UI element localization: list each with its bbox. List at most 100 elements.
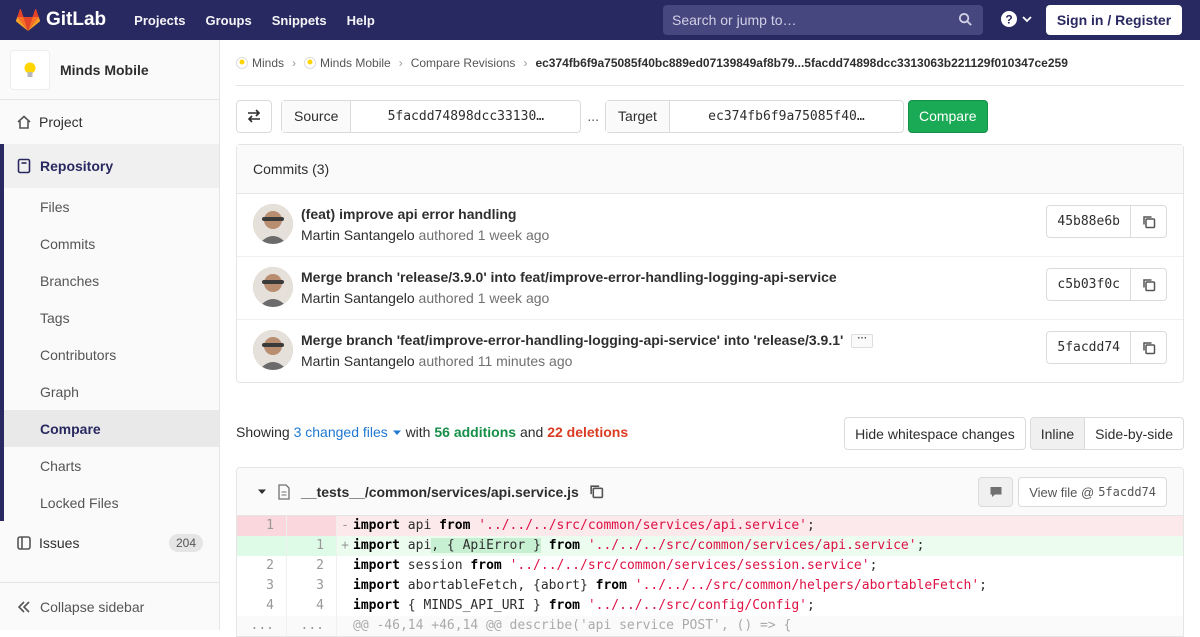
copy-sha-button[interactable] bbox=[1131, 269, 1166, 300]
nav-groups[interactable]: Groups bbox=[205, 13, 251, 28]
sidebar-item-graph[interactable]: Graph bbox=[4, 373, 219, 410]
collapse-sidebar-label: Collapse sidebar bbox=[40, 598, 145, 615]
copy-sha-button[interactable] bbox=[1131, 206, 1166, 237]
breadcrumb-compare-revisions[interactable]: Compare Revisions bbox=[411, 56, 516, 70]
breadcrumb-separator: › bbox=[398, 55, 403, 70]
swap-revisions-button[interactable] bbox=[236, 99, 272, 133]
sign-in-button[interactable]: Sign in / Register bbox=[1046, 5, 1182, 35]
view-file-button[interactable]: View file @5facdd74 bbox=[1018, 477, 1167, 507]
diff-view-options: Hide whitespace changes Inline Side-by-s… bbox=[844, 417, 1184, 450]
help-dropdown[interactable]: ? bbox=[1000, 10, 1033, 28]
svg-text:?: ? bbox=[1005, 13, 1012, 27]
diff-code: import api from '../../../src/common/ser… bbox=[353, 518, 815, 533]
diff-code: @@ -46,14 +46,14 @@ describe('api servic… bbox=[353, 618, 792, 633]
sidebar-item-branches[interactable]: Branches bbox=[4, 262, 219, 299]
inline-view-button[interactable]: Inline bbox=[1029, 417, 1086, 450]
sidebar-item-tags[interactable]: Tags bbox=[4, 299, 219, 336]
target-label: Target bbox=[606, 100, 670, 132]
collapse-caret-icon[interactable] bbox=[257, 488, 267, 496]
nav-projects[interactable]: Projects bbox=[134, 13, 185, 28]
commit-sha-link[interactable]: 45b88e6b bbox=[1047, 206, 1131, 237]
diff-line-hunk-header: ...... @@ -46,14 +46,14 @@ describe('api … bbox=[237, 616, 1183, 636]
commit-time: 1 week ago bbox=[477, 290, 550, 306]
diff-sign bbox=[337, 556, 353, 576]
sidebar-item-issues[interactable]: Issues 204 bbox=[0, 521, 219, 565]
breadcrumb-separator: › bbox=[523, 55, 528, 70]
copy-icon bbox=[1142, 341, 1155, 354]
summary-showing: Showing bbox=[236, 424, 290, 440]
diff-sign: + bbox=[341, 538, 349, 553]
diff-sign bbox=[337, 576, 353, 596]
nav-snippets[interactable]: Snippets bbox=[272, 13, 327, 28]
nav-help[interactable]: Help bbox=[347, 13, 375, 28]
source-ref-group: Source 5facdd74898dcc33130… bbox=[281, 99, 582, 133]
search-input[interactable]: Search or jump to… bbox=[663, 5, 983, 35]
commit-title[interactable]: Merge branch 'release/3.9.0' into feat/i… bbox=[301, 269, 837, 285]
copy-icon bbox=[1142, 215, 1155, 228]
commit-row: (feat) improve api error handling Martin… bbox=[237, 194, 1183, 257]
new-line-number[interactable]: 2 bbox=[287, 556, 337, 576]
diff-sign bbox=[337, 596, 353, 616]
collapse-sidebar-button[interactable]: Collapse sidebar bbox=[0, 582, 219, 630]
sidebar-item-compare[interactable]: Compare bbox=[4, 410, 219, 447]
compare-button[interactable]: Compare bbox=[907, 99, 988, 133]
source-ref-dropdown[interactable]: 5facdd74898dcc33130… bbox=[351, 101, 580, 132]
copy-path-icon[interactable] bbox=[589, 484, 604, 499]
source-label: Source bbox=[282, 100, 352, 132]
sidebar-item-locked-files[interactable]: Locked Files bbox=[4, 484, 219, 521]
commit-author[interactable]: Martin Santangelo bbox=[301, 227, 415, 243]
sidebar-item-files[interactable]: Files bbox=[4, 188, 219, 225]
additions-count: 56 additions bbox=[434, 424, 517, 440]
diff-file: __tests__/common/services/api.service.js… bbox=[236, 467, 1184, 637]
breadcrumb: Minds › Minds Mobile › Compare Revisions… bbox=[236, 40, 1184, 86]
old-line-number[interactable]: 3 bbox=[237, 576, 287, 596]
commit-title[interactable]: (feat) improve api error handling bbox=[301, 206, 516, 222]
expand-lines-button[interactable]: ... bbox=[237, 616, 287, 636]
breadcrumb-minds[interactable]: Minds bbox=[252, 56, 284, 70]
breadcrumb-minds-mobile[interactable]: Minds Mobile bbox=[320, 56, 391, 70]
commits-header: Commits (3) bbox=[237, 145, 1183, 194]
new-line-number[interactable]: 3 bbox=[287, 576, 337, 596]
diff-file-path[interactable]: __tests__/common/services/api.service.js bbox=[301, 484, 579, 500]
group-avatar-icon bbox=[236, 56, 248, 69]
target-ref-dropdown[interactable]: ec374fb6f9a75085f40… bbox=[670, 101, 903, 132]
sidebar-item-project[interactable]: Project bbox=[0, 100, 219, 144]
sidebar-item-repository[interactable]: Repository bbox=[4, 144, 219, 188]
sidebar-item-charts[interactable]: Charts bbox=[4, 447, 219, 484]
main-content: Minds › Minds Mobile › Compare Revisions… bbox=[236, 40, 1184, 637]
old-line-number[interactable]: 4 bbox=[237, 596, 287, 616]
sidebar-item-contributors[interactable]: Contributors bbox=[4, 336, 219, 373]
expand-lines-button[interactable]: ... bbox=[287, 616, 337, 636]
gitlab-logo[interactable]: GitLab bbox=[16, 9, 106, 31]
old-line-number[interactable]: 2 bbox=[237, 556, 287, 576]
old-line-number[interactable]: 1 bbox=[237, 516, 287, 536]
side-by-side-view-button[interactable]: Side-by-side bbox=[1085, 417, 1184, 450]
commit-meta: Martin Santangelo authored 1 week ago bbox=[301, 290, 549, 306]
hide-whitespace-button[interactable]: Hide whitespace changes bbox=[844, 417, 1026, 450]
sidebar-item-label: Project bbox=[39, 114, 83, 130]
view-file-label: View file @ bbox=[1029, 484, 1095, 500]
chevron-down-icon bbox=[1022, 16, 1032, 23]
commit-row: Merge branch 'release/3.9.0' into feat/i… bbox=[237, 257, 1183, 320]
new-line-number[interactable]: 4 bbox=[287, 596, 337, 616]
sidebar-item-commits[interactable]: Commits bbox=[4, 225, 219, 262]
author-avatar bbox=[253, 204, 293, 244]
author-avatar bbox=[253, 267, 293, 307]
commit-author[interactable]: Martin Santangelo bbox=[301, 290, 415, 306]
copy-sha-button[interactable] bbox=[1131, 332, 1166, 363]
expand-description-button[interactable]: ··· bbox=[851, 334, 874, 349]
new-line-number[interactable]: 1 bbox=[287, 536, 337, 556]
commit-title[interactable]: Merge branch 'feat/improve-error-handlin… bbox=[301, 332, 843, 348]
commit-sha-group: 45b88e6b bbox=[1046, 205, 1167, 238]
commit-authored-label: authored bbox=[418, 290, 474, 306]
commit-author[interactable]: Martin Santangelo bbox=[301, 353, 415, 369]
search-placeholder: Search or jump to… bbox=[672, 12, 797, 28]
commit-sha-link[interactable]: 5facdd74 bbox=[1047, 332, 1131, 363]
top-navbar: GitLab Projects Groups Snippets Help Sea… bbox=[0, 0, 1200, 40]
changed-files-dropdown[interactable]: 3 changed files bbox=[294, 424, 402, 440]
diff-file-header: __tests__/common/services/api.service.js… bbox=[237, 468, 1183, 516]
breadcrumb-current[interactable]: ec374fb6f9a75085f40bc889ed07139849af8b79… bbox=[535, 56, 1067, 70]
toggle-comments-button[interactable] bbox=[978, 477, 1013, 507]
commit-sha-link[interactable]: c5b03f0c bbox=[1047, 269, 1131, 300]
sidebar-project-header[interactable]: Minds Mobile bbox=[0, 40, 219, 100]
